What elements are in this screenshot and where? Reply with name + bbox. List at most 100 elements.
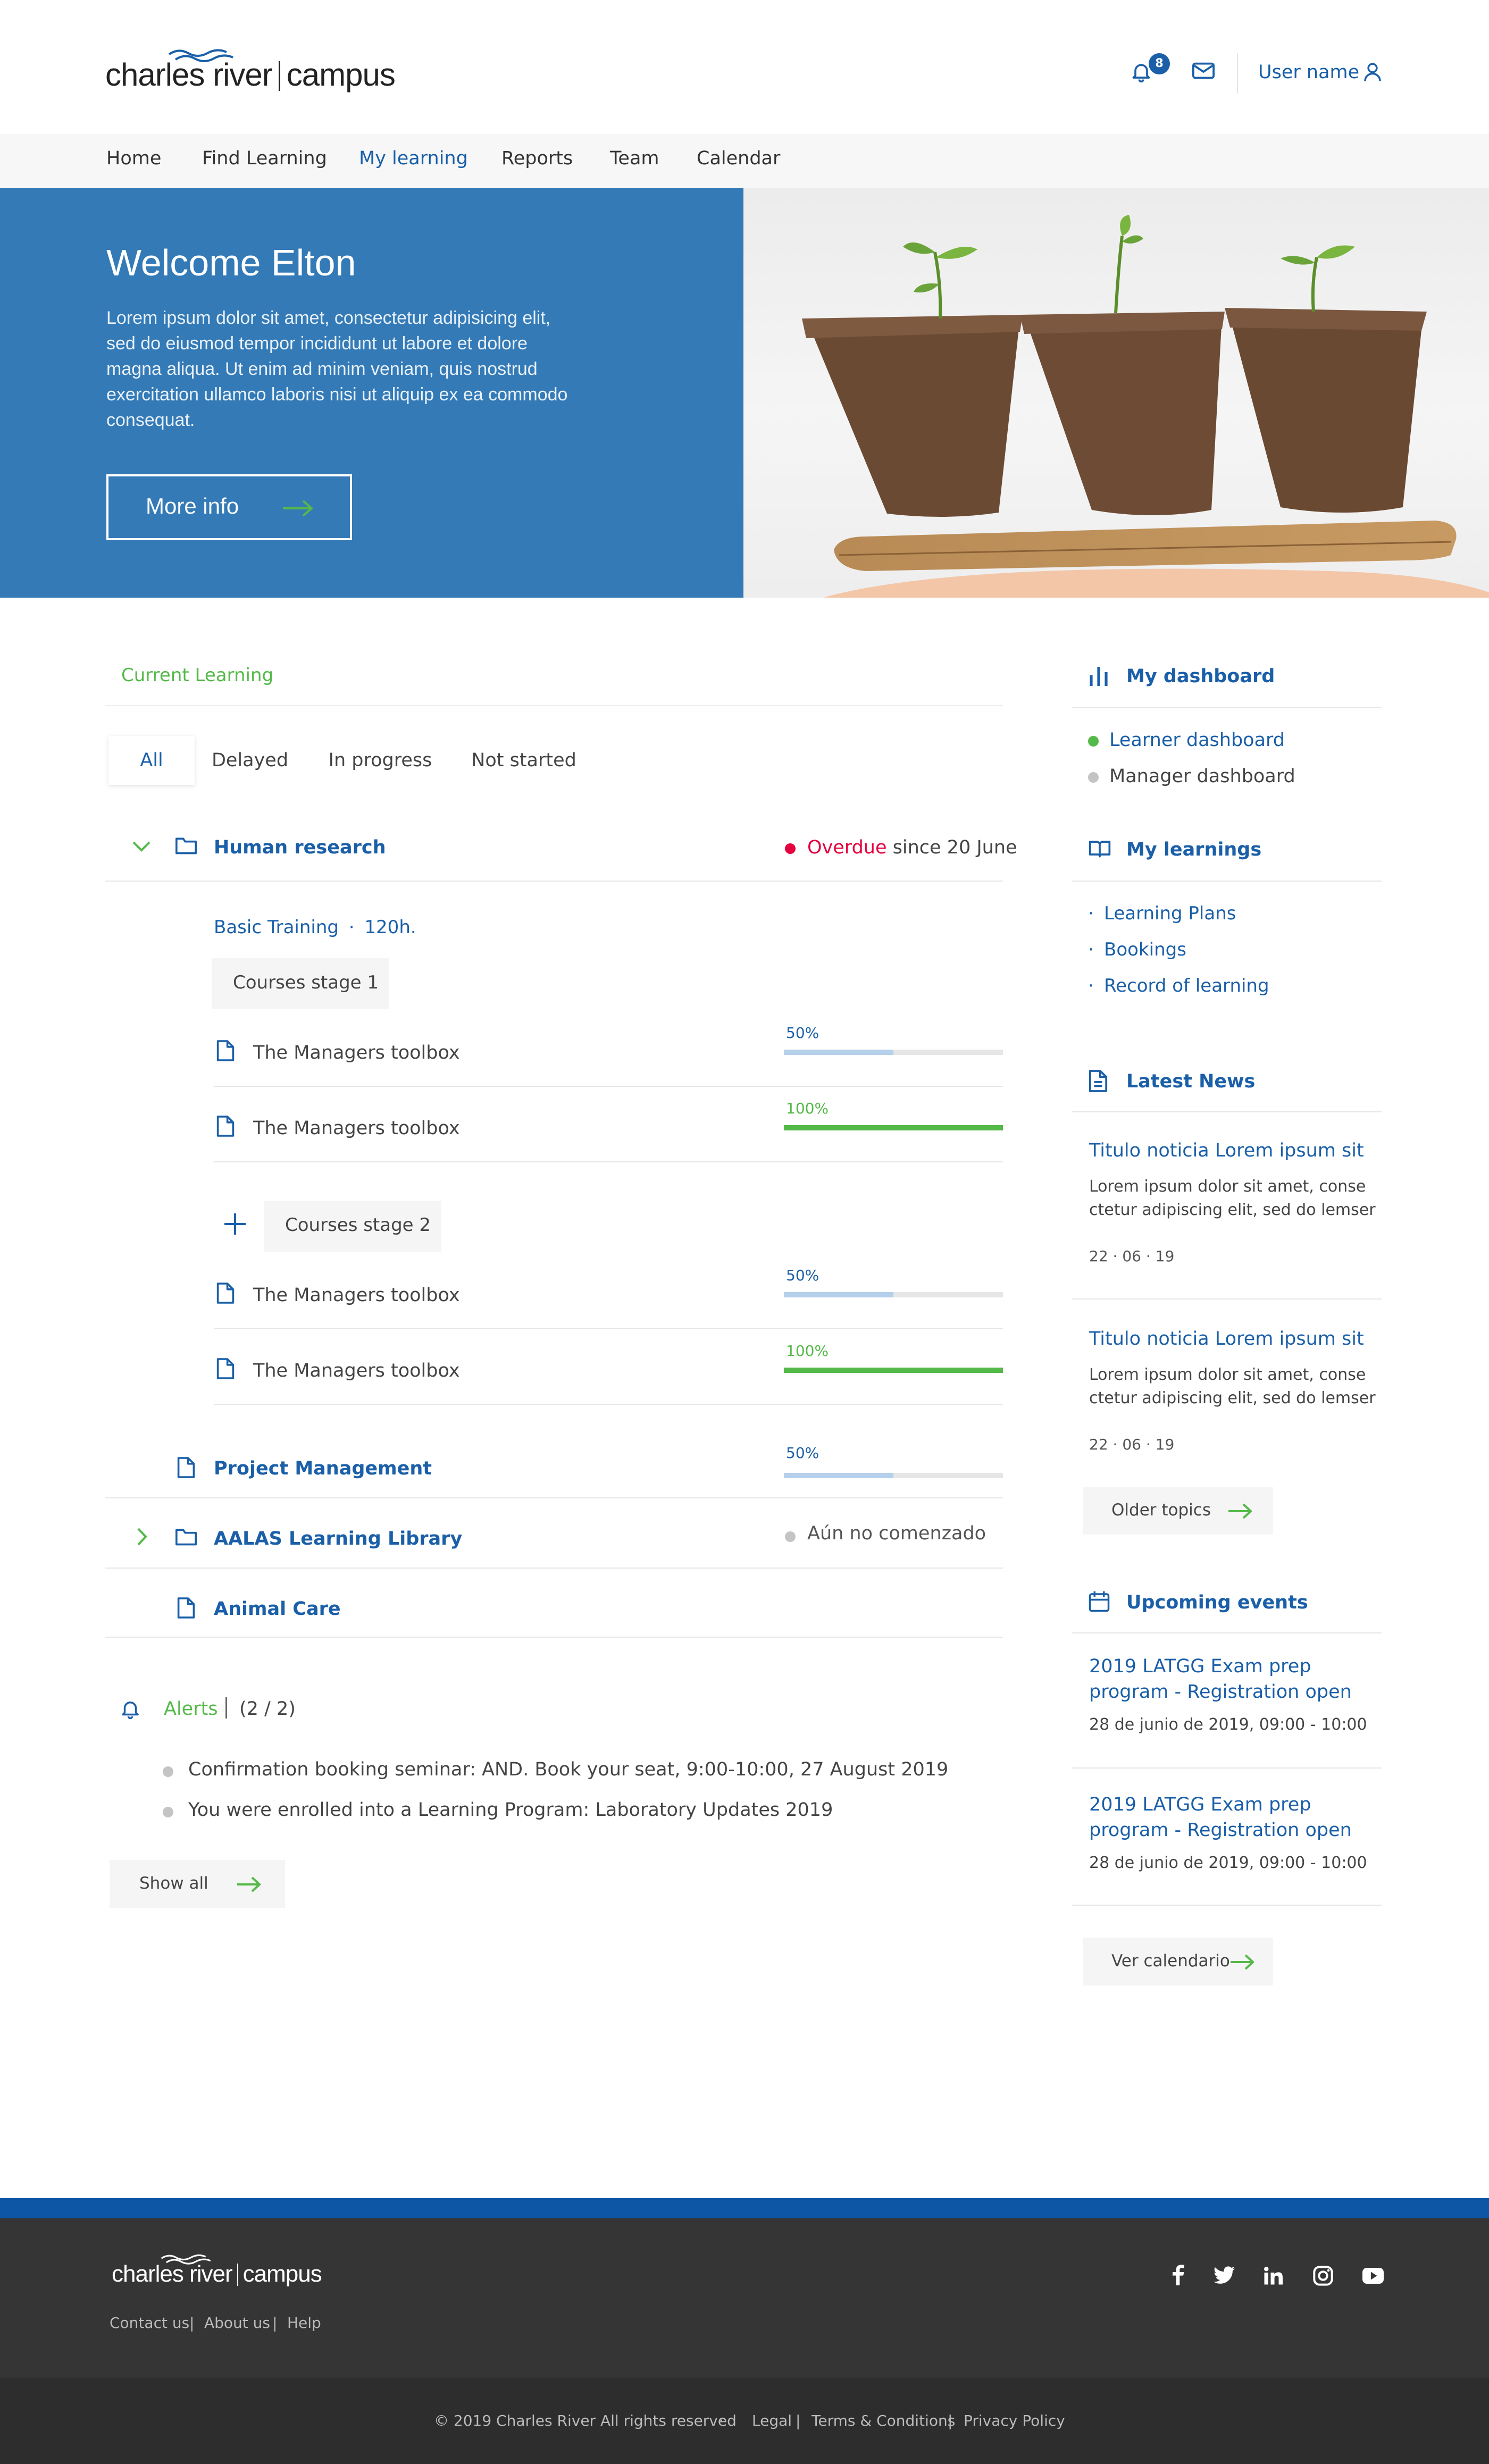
user-icon bbox=[1364, 63, 1381, 81]
mail-button[interactable] bbox=[1191, 60, 1218, 84]
group-human-research[interactable]: Human research Overdue since 20 June bbox=[105, 829, 1017, 867]
nav-reports[interactable]: Reports bbox=[501, 148, 573, 169]
row-divider bbox=[105, 1497, 1003, 1498]
course-item[interactable]: The Managers toolbox 50% bbox=[214, 1267, 1003, 1317]
latest-news-header: Latest News bbox=[1088, 1068, 1383, 1097]
facebook-icon[interactable] bbox=[1170, 2264, 1186, 2285]
chevron-right-icon bbox=[137, 1528, 147, 1546]
progress-fill bbox=[784, 1473, 893, 1478]
footer-help-link[interactable]: Help bbox=[287, 2314, 321, 2332]
bell-icon bbox=[122, 1702, 139, 1720]
program-title[interactable]: Basic Training · 120h. bbox=[214, 917, 416, 938]
stage-2-label: Courses stage 2 bbox=[264, 1201, 441, 1252]
expand-stage-button[interactable] bbox=[223, 1212, 247, 1236]
group-aalas[interactable]: AALAS Learning Library Aún no comenzado bbox=[105, 1521, 1003, 1560]
alerts-separator bbox=[225, 1697, 227, 1719]
footer-contact-link[interactable]: Contact us bbox=[110, 2314, 189, 2332]
progress-bar bbox=[784, 1125, 1003, 1130]
status-text: Aún no comenzado bbox=[807, 1523, 986, 1544]
show-all-label: Show all bbox=[139, 1874, 208, 1893]
youtube-icon[interactable] bbox=[1362, 2267, 1384, 2284]
learner-dashboard-link[interactable]: Learner dashboard bbox=[1088, 728, 1354, 755]
progress-label: 100% bbox=[786, 1100, 829, 1117]
alert-item[interactable]: You were enrolled into a Learning Progra… bbox=[163, 1796, 960, 1826]
copyright: © 2019 Charles River All rights reserved bbox=[434, 2412, 737, 2429]
calendar-icon bbox=[1089, 1591, 1110, 1612]
tab-all[interactable]: All bbox=[108, 736, 195, 785]
row-divider bbox=[105, 1637, 1003, 1638]
footer-dot: · bbox=[719, 2412, 724, 2429]
legal-link[interactable]: Legal bbox=[752, 2412, 792, 2429]
calendar-button[interactable]: Ver calendario bbox=[1083, 1938, 1273, 1985]
status-dot bbox=[785, 1531, 796, 1542]
instagram-icon[interactable] bbox=[1312, 2265, 1334, 2286]
user-menu[interactable]: User name bbox=[1258, 58, 1386, 88]
news-item[interactable]: Titulo noticia Lorem ipsum sit Lorem ips… bbox=[1089, 1328, 1376, 1456]
progress-fill bbox=[784, 1368, 1003, 1373]
learning-plans-link[interactable]: · Learning Plans bbox=[1088, 903, 1354, 929]
tab-not-started[interactable]: Not started bbox=[468, 736, 580, 785]
show-all-button[interactable]: Show all bbox=[110, 1860, 285, 1908]
document-icon bbox=[177, 1457, 195, 1478]
footer-logo-left: charles river bbox=[112, 2261, 233, 2287]
row-divider bbox=[105, 881, 1003, 882]
tab-in-progress[interactable]: In progress bbox=[324, 736, 436, 785]
program-name: Basic Training bbox=[214, 917, 339, 938]
tab-delayed[interactable]: Delayed bbox=[205, 736, 295, 785]
nav-my-learning[interactable]: My learning bbox=[359, 148, 468, 169]
event-divider bbox=[1072, 1905, 1382, 1906]
header-logo[interactable]: charles river campus bbox=[105, 47, 396, 95]
record-of-learning-link[interactable]: · Record of learning bbox=[1088, 975, 1354, 1002]
bookings-link[interactable]: · Bookings bbox=[1088, 939, 1354, 966]
nav-team[interactable]: Team bbox=[610, 148, 659, 169]
arrow-right-icon bbox=[1231, 1954, 1254, 1970]
progress-label: 50% bbox=[786, 1024, 819, 1042]
linkedin-icon[interactable] bbox=[1264, 2266, 1283, 2285]
course-item[interactable]: The Managers toolbox 100% bbox=[214, 1100, 1003, 1150]
alert-item[interactable]: Confirmation booking seminar: AND. Book … bbox=[163, 1756, 960, 1786]
event-title-line: program - Registration open bbox=[1089, 1681, 1352, 1703]
overdue-dot bbox=[785, 843, 796, 854]
footer-about-link[interactable]: About us bbox=[204, 2314, 270, 2332]
alerts-count: (2 / 2) bbox=[239, 1698, 296, 1720]
nav-calendar[interactable]: Calendar bbox=[697, 148, 780, 169]
nav-find-learning[interactable]: Find Learning bbox=[202, 148, 327, 169]
event-date: 28 de junio de 2019, 09:00 - 10:00 bbox=[1089, 1854, 1367, 1872]
event-item[interactable]: 2019 LATGG Exam prep program - Registrat… bbox=[1089, 1656, 1376, 1746]
stage-1-label: Courses stage 1 bbox=[212, 958, 389, 1009]
footer-separator: | bbox=[189, 2314, 195, 2332]
user-name: User name bbox=[1258, 62, 1360, 83]
stage-1-text: Courses stage 1 bbox=[233, 972, 379, 993]
upcoming-events-title: Upcoming events bbox=[1126, 1592, 1308, 1613]
course-animal-care[interactable]: Animal Care bbox=[105, 1591, 1003, 1630]
footer-bottom: © 2019 Charles River All rights reserved… bbox=[0, 2378, 1489, 2464]
news-date: 22 · 06 · 19 bbox=[1089, 1436, 1175, 1453]
event-item[interactable]: 2019 LATGG Exam prep program - Registrat… bbox=[1089, 1794, 1376, 1884]
older-topics-button[interactable]: Older topics bbox=[1083, 1487, 1273, 1535]
program-separator: · bbox=[348, 917, 355, 938]
status-text: Overdue since 20 June bbox=[807, 837, 1017, 858]
row-divider bbox=[214, 1328, 1003, 1329]
link-label: Learning Plans bbox=[1104, 903, 1236, 924]
progress-fill bbox=[784, 1125, 1003, 1130]
footer-logo[interactable]: charles river campus bbox=[112, 2252, 335, 2290]
manager-dashboard-link[interactable]: Manager dashboard bbox=[1088, 765, 1354, 791]
more-info-button[interactable]: More info bbox=[106, 474, 352, 540]
progress-label: 50% bbox=[786, 1444, 819, 1462]
section-divider bbox=[105, 705, 1003, 706]
privacy-link[interactable]: Privacy Policy bbox=[964, 2412, 1065, 2429]
course-item[interactable]: The Managers toolbox 50% bbox=[214, 1024, 1003, 1074]
progress-fill bbox=[784, 1050, 893, 1055]
course-item[interactable]: The Managers toolbox 100% bbox=[214, 1342, 1003, 1392]
notification-button[interactable]: 8 bbox=[1127, 53, 1170, 90]
document-icon bbox=[177, 1597, 195, 1619]
nav-home[interactable]: Home bbox=[106, 148, 161, 169]
news-excerpt-line: ctetur adipiscing elit, sed do lemser bbox=[1089, 1201, 1376, 1219]
course-project-management[interactable]: Project Management 50% bbox=[105, 1444, 1003, 1493]
news-item[interactable]: Titulo noticia Lorem ipsum sit Lorem ips… bbox=[1089, 1140, 1376, 1268]
terms-link[interactable]: Terms & Conditions bbox=[812, 2412, 955, 2429]
plus-icon bbox=[224, 1213, 246, 1235]
arrow-right-icon bbox=[283, 500, 314, 517]
twitter-icon[interactable] bbox=[1214, 2266, 1235, 2284]
arrow-right-icon bbox=[237, 1876, 261, 1892]
